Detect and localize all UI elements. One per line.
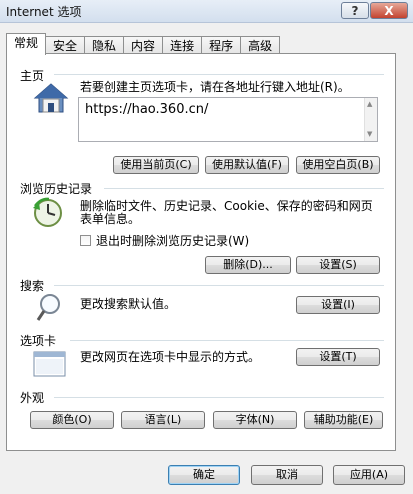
history-section-title: 浏览历史记录 — [20, 182, 93, 196]
magnifier-icon — [36, 292, 68, 327]
fonts-button[interactable]: 字体(N) — [213, 411, 297, 429]
search-description: 更改搜索默认值。 — [80, 297, 177, 311]
tabs-description: 更改网页在选项卡中显示的方式。 — [80, 350, 261, 364]
apply-button[interactable]: 应用(A) — [333, 465, 405, 485]
tab-strip: 常规 安全 隐私 内容 连接 程序 高级 — [6, 33, 281, 55]
address-scrollbar[interactable]: ▲ ▼ — [364, 98, 377, 141]
home-address-textarea[interactable]: https://hao.360.cn/ ▲ ▼ — [78, 97, 378, 142]
close-button[interactable]: X — [370, 2, 408, 19]
cancel-button[interactable]: 取消 — [251, 465, 323, 485]
history-divider — [104, 188, 384, 189]
use-blank-button[interactable]: 使用空白页(B) — [296, 156, 380, 174]
search-settings-button[interactable]: 设置(I) — [296, 296, 380, 314]
house-icon — [33, 82, 69, 117]
home-divider — [54, 74, 384, 75]
ok-button[interactable]: 确定 — [168, 465, 240, 485]
delete-on-exit-label[interactable]: 退出时删除浏览历史记录(W) — [96, 234, 249, 248]
tab-window-icon — [33, 348, 67, 381]
help-button[interactable]: ? — [341, 2, 369, 19]
home-address-value: https://hao.360.cn/ — [85, 102, 209, 117]
accessibility-button[interactable]: 辅助功能(E) — [304, 411, 383, 429]
clock-refresh-icon — [31, 196, 69, 233]
search-divider — [54, 285, 384, 286]
history-settings-button[interactable]: 设置(S) — [296, 256, 380, 274]
title-bar: Internet 选项 ? X — [0, 0, 413, 23]
tabs-section-title: 选项卡 — [20, 334, 57, 348]
home-description: 若要创建主页选项卡，请在各地址行键入地址(R)。 — [80, 80, 350, 94]
window-title: Internet 选项 — [6, 5, 82, 19]
scroll-down-icon[interactable]: ▼ — [367, 130, 372, 138]
history-delete-button[interactable]: 删除(D)... — [205, 256, 291, 274]
history-description-2: 表单信息。 — [80, 212, 141, 226]
delete-on-exit-checkbox[interactable] — [80, 235, 91, 246]
tabs-settings-button[interactable]: 设置(T) — [296, 348, 380, 366]
languages-button[interactable]: 语言(L) — [121, 411, 205, 429]
history-description-1: 删除临时文件、历史记录、Cookie、保存的密码和网页 — [80, 199, 373, 213]
colors-button[interactable]: 颜色(O) — [30, 411, 114, 429]
tabs-divider — [70, 340, 384, 341]
scroll-up-icon[interactable]: ▲ — [367, 100, 372, 108]
tab-general[interactable]: 常规 — [6, 33, 47, 55]
appearance-section-title: 外观 — [20, 391, 45, 405]
use-current-button[interactable]: 使用当前页(C) — [113, 156, 199, 174]
appearance-divider — [54, 397, 384, 398]
use-default-button[interactable]: 使用默认值(F) — [205, 156, 289, 174]
